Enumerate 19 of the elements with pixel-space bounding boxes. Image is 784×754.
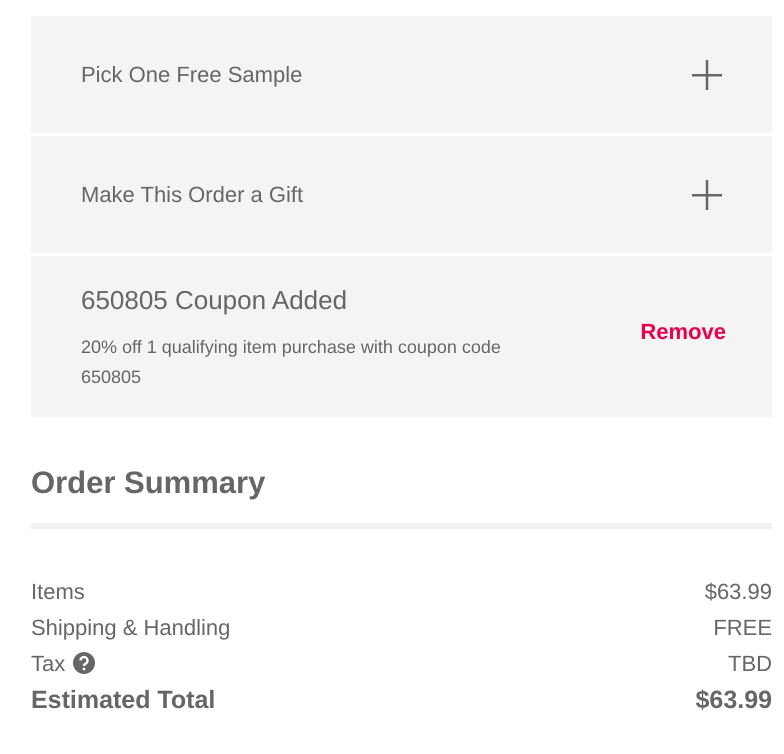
plus-icon[interactable] bbox=[692, 180, 722, 210]
total-value: $63.99 bbox=[696, 685, 772, 716]
section-heading: Order Summary bbox=[31, 464, 266, 502]
remove-link[interactable]: Remove bbox=[640, 315, 726, 348]
coupon-description: 20% off 1 qualifying item purchase with coupon code 650805 bbox=[81, 336, 502, 389]
accordion-title: Make This Order a Gift bbox=[81, 181, 304, 209]
summary-label: Shipping & Handling bbox=[31, 614, 230, 642]
total-label: Estimated Total bbox=[31, 685, 216, 716]
summary-value: FREE bbox=[713, 614, 772, 642]
accordion-header[interactable]: Make This Order a Gift bbox=[31, 136, 772, 253]
accordion-title: Pick One Free Sample bbox=[81, 61, 302, 89]
accordion-header[interactable]: Pick One Free Sample bbox=[31, 16, 772, 133]
summary-value: $63.99 bbox=[704, 578, 772, 606]
summary-value: TBD bbox=[728, 650, 772, 678]
summary-label: Tax bbox=[31, 650, 66, 678]
help-icon[interactable] bbox=[73, 652, 96, 674]
coupon-title: 650805 Coupon Added bbox=[81, 284, 348, 317]
summary-label: Items bbox=[31, 578, 85, 606]
plus-icon[interactable] bbox=[692, 60, 722, 90]
